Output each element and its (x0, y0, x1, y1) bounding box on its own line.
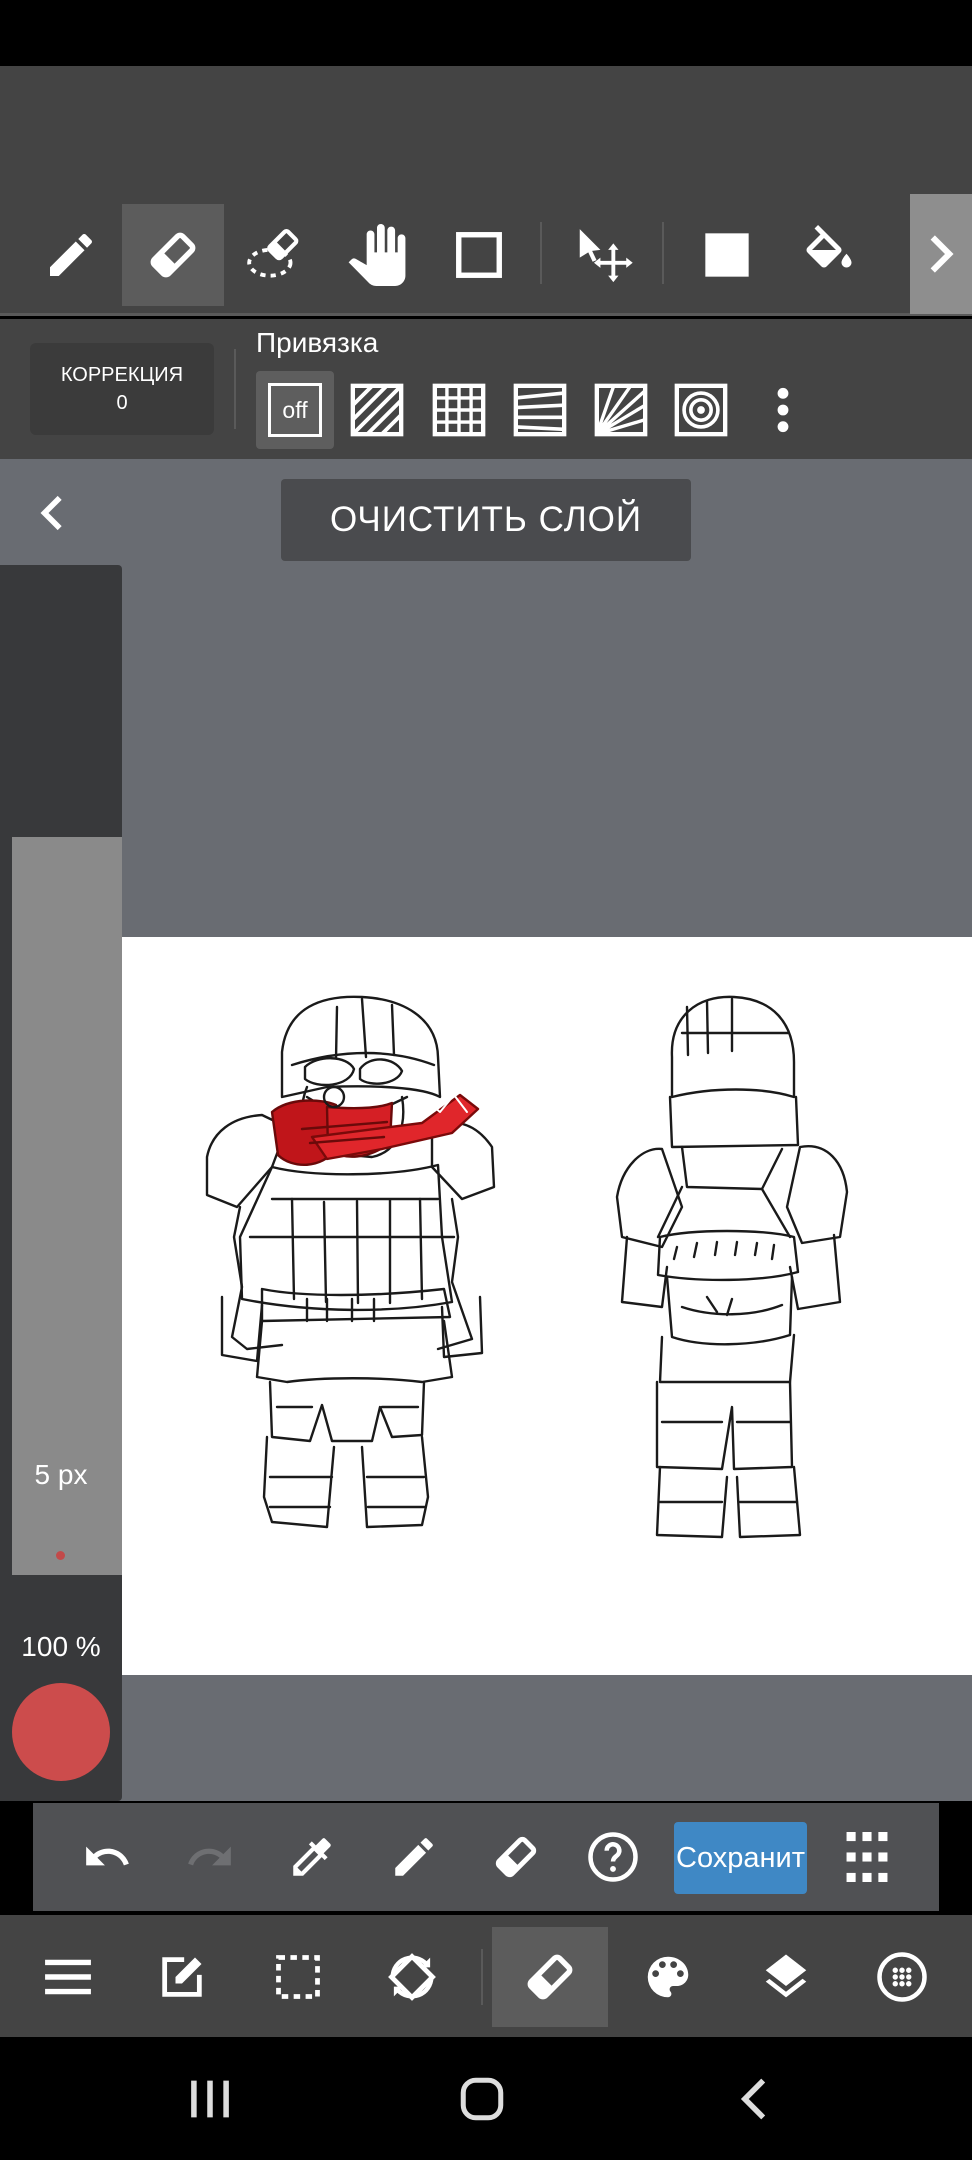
fill-color-tool[interactable] (676, 204, 778, 306)
paint-bucket-tool[interactable] (778, 204, 880, 306)
pen-button[interactable] (380, 1823, 448, 1891)
material-icon (877, 1952, 927, 2002)
transform-button[interactable] (362, 1927, 462, 2027)
undo-icon (86, 1846, 129, 1866)
toolbar-divider (662, 222, 664, 284)
brush-opacity-label: 100 % (21, 1631, 101, 1662)
snap-off-button[interactable]: off (256, 371, 334, 449)
grid-snap-icon (432, 383, 486, 437)
brush-color-swatch[interactable] (12, 1683, 110, 1781)
pencil-icon (50, 233, 92, 276)
eraser-menu-button[interactable] (492, 1927, 608, 2027)
pencil-icon (395, 1838, 433, 1876)
hand-icon (348, 224, 406, 286)
grid-snap-button[interactable] (420, 371, 498, 449)
palette-button[interactable] (618, 1927, 718, 2027)
more-vertical-icon (777, 387, 789, 433)
snap-title: Привязка (256, 327, 379, 358)
status-bar (0, 0, 972, 66)
parallel-snap-button[interactable] (338, 371, 416, 449)
hand-tool[interactable] (326, 204, 428, 306)
chevron-right-icon (930, 235, 954, 273)
radial-line-snap-button[interactable] (582, 371, 660, 449)
edit-icon (162, 1957, 202, 1997)
correction-value: 0 (116, 392, 128, 414)
character-sketch (205, 995, 849, 1539)
perspective-snap-button[interactable] (501, 371, 579, 449)
move-icon (579, 229, 633, 283)
snap-more-button[interactable] (744, 371, 822, 449)
recent-apps-button[interactable] (170, 2059, 250, 2139)
material-button[interactable] (852, 1927, 952, 2027)
snap-off-icon: off (268, 383, 322, 437)
parallel-snap-icon (350, 383, 404, 437)
perspective-snap-icon (513, 383, 567, 437)
selection-icon (276, 1955, 320, 1999)
lasso-eraser-icon (247, 229, 299, 278)
edit-button[interactable] (132, 1927, 232, 2027)
save-button[interactable]: Сохранит (674, 1822, 807, 1894)
menu-button[interactable] (18, 1927, 118, 2027)
rectangle-icon (456, 232, 502, 278)
drawing-canvas[interactable] (122, 937, 972, 1675)
move-tool[interactable] (552, 204, 654, 306)
lasso-eraser-tool[interactable] (224, 204, 326, 306)
eraser-icon (150, 232, 196, 278)
layers-button[interactable] (736, 1927, 836, 2027)
back-button[interactable] (714, 2059, 794, 2139)
eraser-tool[interactable] (122, 204, 224, 306)
brush-size-label: 5 px (34, 1459, 88, 1490)
palette-icon (647, 1956, 689, 1998)
correction-label: КОРРЕКЦИЯ (60, 364, 184, 386)
back-icon (740, 2078, 766, 2120)
recent-apps-icon (191, 2080, 229, 2118)
title-bar (0, 66, 972, 192)
menu-divider (481, 1949, 483, 2005)
canvas-area[interactable]: ОЧИСТИТЬ СЛОЙ 5 px 100 % (0, 459, 972, 1801)
home-button[interactable] (442, 2059, 522, 2139)
eraser-icon (495, 1836, 537, 1878)
redo-icon (188, 1846, 231, 1866)
main-menu-bar (0, 1915, 972, 2037)
snap-divider (234, 349, 236, 429)
undo-button[interactable] (73, 1823, 141, 1891)
clear-layer-button[interactable]: ОЧИСТИТЬ СЛОЙ (281, 479, 691, 561)
eyedropper-button[interactable] (278, 1823, 346, 1891)
toolbar-divider (540, 222, 542, 284)
toolbar-scroll-button[interactable] (910, 194, 972, 314)
circle-snap-icon (674, 383, 728, 437)
help-icon (588, 1832, 638, 1882)
tool-bar (0, 192, 972, 316)
circle-snap-button[interactable] (662, 371, 740, 449)
eraser-icon (527, 1954, 573, 2000)
eyedropper-icon (293, 1838, 331, 1876)
snap-bar: КОРРЕКЦИЯ 0 Привязка off (0, 319, 972, 459)
home-icon (460, 2077, 504, 2121)
rectangle-tool[interactable] (428, 204, 530, 306)
quick-action-bar: Сохранит (33, 1803, 939, 1911)
paint-bucket-icon (806, 225, 852, 268)
menu-icon (45, 1959, 91, 1995)
layers-icon (765, 1954, 807, 1998)
brush-size-preview (56, 1551, 65, 1560)
grid-menu-button[interactable] (833, 1823, 901, 1891)
help-button[interactable] (579, 1823, 647, 1891)
transform-icon (388, 1953, 436, 2001)
system-nav-bar (0, 2037, 972, 2160)
correction-button[interactable]: КОРРЕКЦИЯ 0 (30, 343, 214, 435)
redo-button[interactable] (176, 1823, 244, 1891)
collapse-panel-button[interactable] (26, 485, 76, 541)
eraser-button[interactable] (482, 1823, 550, 1891)
pencil-tool[interactable] (20, 204, 122, 306)
radial-line-snap-icon (594, 383, 648, 437)
grid-dots-icon (846, 1832, 888, 1882)
selection-button[interactable] (248, 1927, 348, 2027)
fill-color-icon (705, 233, 749, 277)
chevron-left-icon (40, 495, 62, 531)
